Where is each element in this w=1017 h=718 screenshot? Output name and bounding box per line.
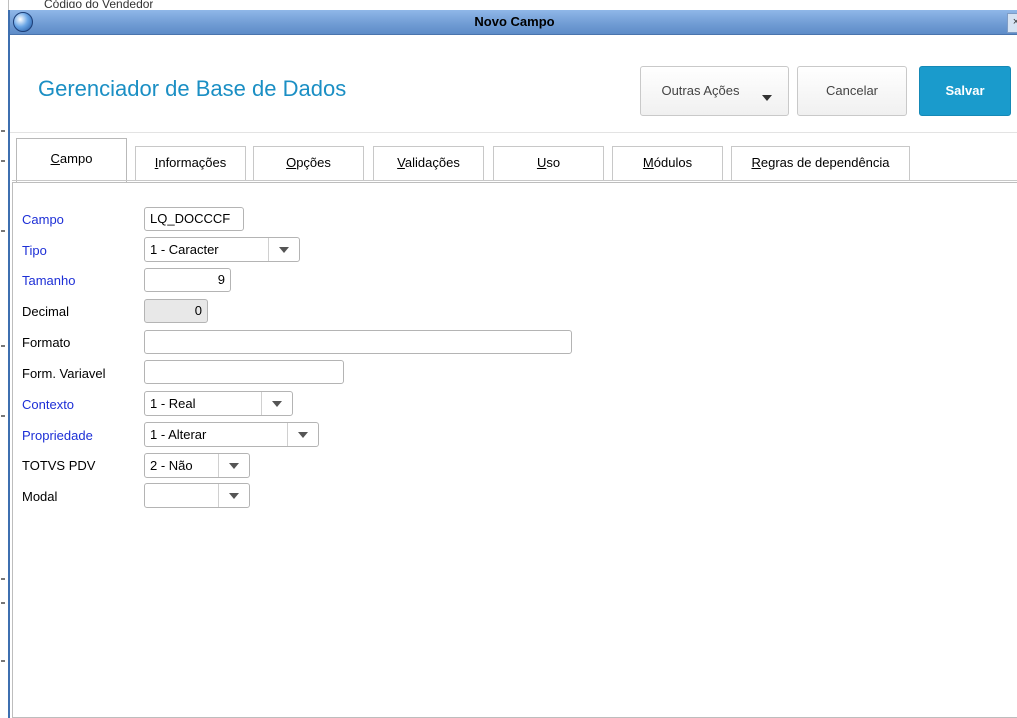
background-tick bbox=[1, 660, 5, 662]
modal-label: Modal bbox=[22, 489, 58, 504]
totvs-pdv-value: 2 - Não bbox=[150, 458, 193, 473]
tipo-value: 1 - Caracter bbox=[150, 242, 219, 257]
background-tick bbox=[1, 130, 5, 132]
tipo-select[interactable]: 1 - Caracter bbox=[144, 237, 300, 262]
tab-hotkey: V bbox=[397, 155, 405, 170]
tab-divider bbox=[12, 180, 1017, 181]
tab-label: pções bbox=[296, 155, 331, 170]
tab-informacoes[interactable]: Informações bbox=[135, 146, 246, 180]
chevron-down-icon[interactable] bbox=[261, 392, 292, 415]
tab-label: nformações bbox=[158, 155, 227, 170]
chevron-down-icon[interactable] bbox=[218, 454, 249, 477]
campo-label: Campo bbox=[22, 212, 64, 227]
chevron-down-icon[interactable] bbox=[268, 238, 299, 261]
background-window-text: Código do Vendedor bbox=[44, 0, 154, 8]
propriedade-label: Propriedade bbox=[22, 428, 93, 443]
formato-label: Formato bbox=[22, 335, 71, 350]
tab-label: ódulos bbox=[653, 155, 693, 170]
tab-label: egras de dependência bbox=[760, 155, 890, 170]
background-tick bbox=[1, 415, 5, 417]
totvs-pdv-select[interactable]: 2 - Não bbox=[144, 453, 250, 478]
tab-hotkey: U bbox=[536, 155, 547, 170]
window-title: Novo Campo bbox=[474, 14, 555, 29]
other-actions-button[interactable]: Outras Ações bbox=[640, 66, 789, 116]
tab-hotkey: C bbox=[50, 151, 60, 166]
tab-uso[interactable]: Uso bbox=[493, 146, 604, 180]
tab-opcoes[interactable]: Opções bbox=[253, 146, 364, 180]
chevron-down-icon[interactable] bbox=[218, 484, 249, 507]
title-bar[interactable]: Novo Campo × bbox=[10, 10, 1017, 35]
cancel-button[interactable]: Cancelar bbox=[797, 66, 907, 116]
save-button[interactable]: Salvar bbox=[919, 66, 1011, 116]
background-tick bbox=[1, 602, 5, 604]
tab-label: ampo bbox=[59, 151, 93, 166]
page-title: Gerenciador de Base de Dados bbox=[38, 76, 347, 101]
other-actions-label: Outras Ações bbox=[661, 83, 740, 98]
contexto-select[interactable]: 1 - Real bbox=[144, 391, 293, 416]
tab-label: so bbox=[546, 155, 561, 170]
decimal-input: 0 bbox=[144, 299, 208, 323]
dialog-window: Novo Campo × Gerenciador de Base de Dado… bbox=[8, 10, 1017, 718]
propriedade-value: 1 - Alterar bbox=[150, 427, 207, 442]
chevron-down-icon bbox=[762, 95, 772, 101]
modal-select[interactable] bbox=[144, 483, 250, 508]
tab-bar: Campo Informações Opções Validações Uso … bbox=[12, 130, 1017, 182]
campo-input[interactable]: LQ_DOCCCF bbox=[144, 207, 244, 231]
tamanho-input[interactable]: 9 bbox=[144, 268, 231, 292]
background-tick bbox=[1, 230, 5, 232]
tab-modulos[interactable]: Módulos bbox=[612, 146, 723, 180]
totvs-pdv-label: TOTVS PDV bbox=[22, 458, 96, 473]
background-tick bbox=[1, 160, 5, 162]
header: Gerenciador de Base de Dados Outras Açõe… bbox=[10, 35, 1017, 133]
tab-hotkey: O bbox=[286, 155, 297, 170]
tab-campo[interactable]: Campo bbox=[16, 138, 127, 182]
formato-input[interactable] bbox=[144, 330, 572, 354]
tab-hotkey: M bbox=[642, 155, 654, 170]
contexto-label: Contexto bbox=[22, 397, 75, 412]
background-tick bbox=[1, 345, 5, 347]
background-tick bbox=[1, 578, 5, 580]
tab-regras-dependencia[interactable]: Regras de dependência bbox=[731, 146, 910, 180]
tab-label: alidações bbox=[404, 155, 460, 170]
chevron-down-icon[interactable] bbox=[287, 423, 318, 446]
field-form: Campo LQ_DOCCCF Tipo 1 - Caracter Tamanh… bbox=[12, 182, 1017, 718]
close-button[interactable]: × bbox=[1007, 13, 1017, 33]
decimal-label: Decimal bbox=[22, 304, 69, 319]
form-variavel-label: Form. Variavel bbox=[22, 366, 106, 381]
tamanho-label: Tamanho bbox=[22, 273, 76, 288]
tipo-label: Tipo bbox=[22, 243, 47, 258]
tab-validacoes[interactable]: Validações bbox=[373, 146, 484, 180]
propriedade-select[interactable]: 1 - Alterar bbox=[144, 422, 319, 447]
form-variavel-input[interactable] bbox=[144, 360, 344, 384]
contexto-value: 1 - Real bbox=[150, 396, 196, 411]
tab-hotkey: R bbox=[751, 155, 761, 170]
